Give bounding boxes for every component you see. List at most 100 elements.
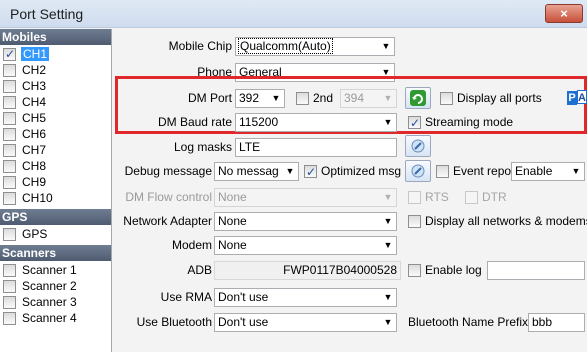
chevron-down-icon: ▼	[383, 317, 393, 327]
ch5-checkbox[interactable]	[3, 112, 16, 126]
second-port-box[interactable]	[296, 92, 309, 106]
streaming-mode-box[interactable]	[408, 115, 421, 131]
ch2-checkbox[interactable]	[3, 64, 16, 78]
title-bar: Port Setting ×	[0, 0, 587, 28]
chevron-down-icon: ▼	[383, 192, 393, 202]
use-bluetooth-select[interactable]: Don't use ▼	[214, 313, 397, 332]
list-item-ch9[interactable]: CH9	[3, 175, 46, 190]
a-indicator: A	[577, 90, 587, 104]
rts-checkbox[interactable]: RTS	[408, 189, 449, 205]
second-port-label: 2nd	[313, 91, 334, 105]
debug-message-value: No messag	[218, 164, 279, 178]
event-reports-select[interactable]: Enable ▼	[511, 162, 585, 181]
list-item-ch1[interactable]: CH1	[3, 47, 50, 62]
ch4-label: CH4	[22, 95, 47, 109]
list-item-scanner-2[interactable]: Scanner 2	[3, 279, 77, 294]
ch6-label: CH6	[22, 127, 47, 141]
display-all-ports-checkbox[interactable]: Display all ports	[440, 90, 542, 106]
dtr-checkbox[interactable]: DTR	[465, 189, 507, 205]
scanner-2-checkbox[interactable]	[3, 280, 16, 294]
display-all-ports-label: Display all ports	[457, 91, 542, 105]
rts-box[interactable]	[408, 191, 421, 205]
display-all-networks-checkbox[interactable]: Display all networks & modems	[408, 213, 587, 229]
p-indicator: P	[567, 91, 577, 105]
refresh-ports-button[interactable]	[405, 87, 431, 109]
modem-select[interactable]: None ▼	[214, 236, 397, 255]
second-port-checkbox[interactable]: 2nd	[296, 90, 333, 106]
debug-message-label: Debug message	[124, 164, 212, 178]
list-item-ch10[interactable]: CH10	[3, 191, 53, 206]
scanner-1-label: Scanner 1	[22, 263, 77, 277]
chevron-down-icon: ▼	[271, 93, 281, 103]
streaming-mode-checkbox[interactable]: Streaming mode	[408, 114, 513, 131]
dtr-label: DTR	[482, 190, 507, 204]
list-item-scanner-1[interactable]: Scanner 1	[3, 263, 77, 278]
ch9-checkbox[interactable]	[3, 176, 16, 190]
scanner-4-checkbox[interactable]	[3, 312, 16, 326]
dm-baud-rate-select[interactable]: 115200 ▼	[235, 113, 397, 132]
bluetooth-name-prefix-input[interactable]: bbb	[528, 313, 585, 332]
mobile-chip-select[interactable]: Qualcomm(Auto) ▼	[235, 37, 395, 56]
enable-log-input[interactable]	[487, 261, 585, 280]
ch2-label: CH2	[22, 63, 47, 77]
group-header-mobiles: Mobiles	[0, 29, 111, 45]
use-rma-select[interactable]: Don't use ▼	[214, 288, 397, 307]
ch8-checkbox[interactable]	[3, 160, 16, 174]
ch10-checkbox[interactable]	[3, 192, 16, 206]
list-item-ch3[interactable]: CH3	[3, 79, 47, 94]
mobile-chip-value: Qualcomm(Auto)	[238, 38, 333, 54]
adb-serial-field[interactable]: FWP0117B04000528	[214, 261, 401, 280]
log-masks-config-button[interactable]	[405, 135, 431, 157]
scanner-1-checkbox[interactable]	[3, 264, 16, 278]
group-header-scanners: Scanners	[0, 245, 111, 261]
log-masks-label: Log masks	[173, 140, 232, 154]
bluetooth-name-prefix-value: bbb	[532, 315, 553, 329]
event-reports-box[interactable]	[436, 165, 449, 179]
display-all-networks-box[interactable]	[408, 215, 421, 229]
gps-checkbox[interactable]	[3, 228, 16, 242]
use-bluetooth-value: Don't use	[218, 315, 269, 329]
dm-flow-control-select[interactable]: None ▼	[214, 188, 397, 207]
chevron-down-icon: ▼	[383, 93, 393, 103]
scanner-2-label: Scanner 2	[22, 279, 77, 293]
ch6-checkbox[interactable]	[3, 128, 16, 142]
network-adapter-select[interactable]: None ▼	[214, 212, 397, 231]
enable-log-label: Enable log	[425, 263, 482, 277]
list-item-ch4[interactable]: CH4	[3, 95, 47, 110]
list-item-scanner-4[interactable]: Scanner 4	[3, 311, 77, 326]
dm-port-select[interactable]: 392 ▼	[235, 89, 285, 108]
list-item-ch5[interactable]: CH5	[3, 111, 47, 126]
list-item-ch2[interactable]: CH2	[3, 63, 47, 78]
list-item-gps[interactable]: GPS	[3, 227, 47, 242]
scanner-4-label: Scanner 4	[22, 311, 77, 325]
ch4-checkbox[interactable]	[3, 96, 16, 110]
ch3-checkbox[interactable]	[3, 80, 16, 94]
chevron-down-icon: ▼	[383, 292, 393, 302]
dm-baud-rate-value: 115200	[239, 115, 279, 129]
ch7-checkbox[interactable]	[3, 144, 16, 158]
list-item-ch6[interactable]: CH6	[3, 127, 47, 142]
ch3-label: CH3	[22, 79, 47, 93]
debug-config-button[interactable]	[405, 160, 431, 182]
network-adapter-label: Network Adapter	[123, 214, 212, 228]
ch5-label: CH5	[22, 111, 47, 125]
scanner-3-checkbox[interactable]	[3, 296, 16, 310]
scanner-3-label: Scanner 3	[22, 295, 77, 309]
debug-message-select[interactable]: No messag ▼	[214, 162, 299, 181]
list-item-scanner-3[interactable]: Scanner 3	[3, 295, 77, 310]
ch1-checkbox[interactable]	[3, 47, 16, 62]
enable-log-checkbox[interactable]: Enable log	[408, 262, 482, 278]
close-button[interactable]: ×	[545, 4, 583, 23]
list-item-ch7[interactable]: CH7	[3, 143, 46, 158]
optimized-msg-box[interactable]	[304, 164, 317, 180]
second-port-select[interactable]: 394 ▼	[340, 89, 397, 108]
enable-log-box[interactable]	[408, 264, 421, 278]
display-all-ports-box[interactable]	[440, 92, 453, 106]
mobile-chip-label: Mobile Chip	[168, 39, 232, 53]
list-item-ch8[interactable]: CH8	[3, 159, 46, 174]
dm-port-value: 392	[239, 91, 260, 105]
use-bluetooth-label: Use Bluetooth	[136, 315, 212, 329]
dtr-box[interactable]	[465, 191, 478, 205]
log-masks-field[interactable]: LTE	[235, 138, 397, 157]
optimized-msg-checkbox[interactable]: Optimized msg	[304, 163, 401, 180]
